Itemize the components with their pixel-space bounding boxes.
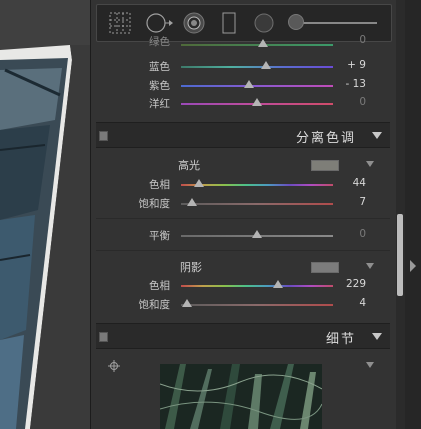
panel-toggle-switch[interactable] bbox=[99, 332, 108, 342]
slider-track[interactable] bbox=[181, 304, 333, 306]
divider bbox=[96, 218, 390, 219]
slider-track[interactable] bbox=[181, 85, 333, 87]
shadows-label: 阴影 bbox=[180, 261, 202, 274]
hsl-row-magenta: 洋红 0 bbox=[96, 95, 390, 113]
adjustment-brush-icon[interactable] bbox=[253, 12, 275, 34]
slider-track[interactable] bbox=[181, 44, 333, 46]
slider-value[interactable]: 44 bbox=[353, 177, 366, 189]
slider-label: 绿色 bbox=[149, 36, 170, 48]
brush-size-track[interactable] bbox=[293, 22, 377, 24]
photo-preview bbox=[0, 0, 90, 429]
highlights-menu-triangle-icon[interactable] bbox=[366, 161, 374, 167]
shadows-saturation-row: 饱和度 4 bbox=[96, 296, 390, 314]
scrollbar-thumb[interactable] bbox=[397, 214, 403, 296]
shadows-menu-triangle-icon[interactable] bbox=[366, 263, 374, 269]
slider-value[interactable]: 229 bbox=[346, 278, 366, 290]
slider-value[interactable]: 7 bbox=[359, 196, 366, 208]
radial-filter-icon[interactable] bbox=[183, 12, 205, 34]
slider-thumb[interactable] bbox=[182, 299, 193, 307]
slider-value[interactable]: 0 bbox=[359, 96, 366, 108]
circle-arrow-icon[interactable] bbox=[145, 12, 175, 34]
slider-value[interactable]: 0 bbox=[359, 34, 366, 46]
slider-track[interactable] bbox=[181, 66, 333, 68]
graduated-filter-icon[interactable] bbox=[221, 12, 237, 34]
slider-label: 蓝色 bbox=[149, 61, 170, 73]
slider-thumb[interactable] bbox=[261, 61, 272, 69]
right-panel-edge bbox=[405, 0, 421, 429]
hsl-row-blue: 蓝色 + 9 bbox=[96, 58, 390, 76]
slider-value[interactable]: - 13 bbox=[346, 78, 367, 90]
detail-menu-triangle-icon[interactable] bbox=[366, 362, 374, 368]
slider-label: 饱和度 bbox=[138, 198, 171, 210]
highlights-saturation-row: 饱和度 7 bbox=[96, 195, 390, 213]
slider-value[interactable]: + 9 bbox=[347, 59, 366, 71]
slider-value[interactable]: 4 bbox=[359, 297, 366, 309]
divider bbox=[96, 250, 390, 251]
shadows-color-swatch[interactable] bbox=[311, 262, 339, 273]
slider-thumb[interactable] bbox=[258, 39, 269, 47]
split-toning-header[interactable]: 分离色调 bbox=[96, 122, 390, 148]
tool-strip bbox=[96, 4, 392, 42]
slider-label: 色相 bbox=[149, 280, 170, 292]
shadows-hue-row: 色相 229 bbox=[96, 277, 390, 295]
slider-label: 色相 bbox=[149, 179, 170, 191]
slider-label: 紫色 bbox=[149, 80, 170, 92]
panel-toggle-switch[interactable] bbox=[99, 131, 108, 141]
balance-row: 平衡 0 bbox=[96, 227, 390, 245]
slider-thumb[interactable] bbox=[186, 198, 197, 206]
slider-track[interactable] bbox=[181, 285, 333, 287]
photo-canvas[interactable] bbox=[0, 0, 90, 429]
grid-overlay-icon[interactable] bbox=[109, 12, 131, 34]
detail-preview-image bbox=[160, 364, 322, 429]
detail-header[interactable]: 细节 bbox=[96, 323, 390, 349]
slider-thumb[interactable] bbox=[252, 98, 262, 106]
highlights-label: 高光 bbox=[178, 159, 200, 172]
brush-size-knob[interactable] bbox=[288, 14, 304, 30]
collapse-triangle-icon[interactable] bbox=[372, 132, 382, 139]
highlights-hue-row: 色相 44 bbox=[96, 176, 390, 194]
slider-track[interactable] bbox=[181, 203, 333, 205]
slider-label: 平衡 bbox=[149, 230, 170, 242]
section-title: 细节 bbox=[325, 332, 356, 347]
slider-thumb[interactable] bbox=[252, 230, 262, 238]
slider-thumb[interactable] bbox=[273, 280, 284, 288]
hsl-row-green: 绿色 0 bbox=[96, 34, 390, 58]
slider-label: 洋红 bbox=[149, 98, 170, 110]
highlights-color-swatch[interactable] bbox=[311, 160, 339, 171]
expand-panel-arrow-icon[interactable] bbox=[410, 260, 416, 272]
slider-thumb[interactable] bbox=[194, 179, 205, 187]
hsl-row-purple: 紫色 - 13 bbox=[96, 77, 390, 95]
slider-thumb[interactable] bbox=[244, 80, 255, 88]
slider-label: 饱和度 bbox=[138, 299, 171, 311]
collapse-triangle-icon[interactable] bbox=[372, 333, 382, 340]
slider-value[interactable]: 0 bbox=[359, 228, 366, 240]
crosshair-icon[interactable] bbox=[108, 360, 120, 372]
detail-zoom-preview[interactable] bbox=[160, 364, 322, 429]
section-title: 分离色调 bbox=[295, 131, 356, 146]
